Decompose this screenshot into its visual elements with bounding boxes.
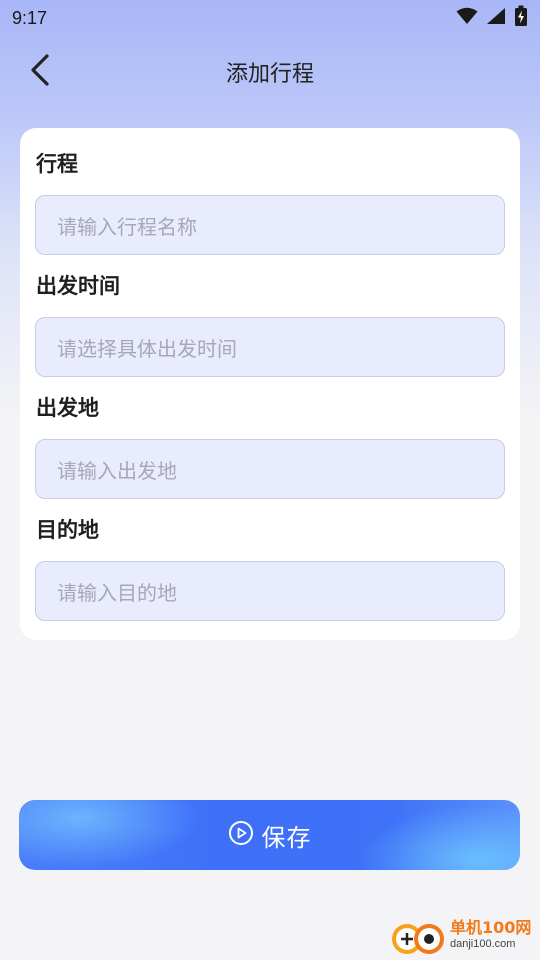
signal-icon (486, 7, 506, 29)
departure-time-placeholder: 请选择具体出发时间 (57, 336, 237, 361)
app-header: 添加行程 (0, 44, 540, 100)
watermark-name: 单机100网 (450, 918, 532, 937)
watermark-text: 单机100网 danji100.com (450, 919, 531, 951)
status-bar: 9:17 (0, 0, 540, 36)
trip-name-label: 行程 (36, 152, 78, 176)
save-button-label: 保存 (261, 823, 312, 852)
trip-name-input[interactable]: 请输入行程名称 (35, 195, 505, 255)
battery-charging-icon (514, 5, 528, 31)
watermark: 单机100网 danji100.com (390, 910, 540, 960)
destination-input[interactable]: 请输入目的地 (35, 561, 505, 621)
trip-form-card: 行程 请输入行程名称 出发时间 请选择具体出发时间 出发地 请输入出发地 目的地… (20, 128, 520, 640)
destination-placeholder: 请输入目的地 (57, 580, 177, 605)
departure-time-input[interactable]: 请选择具体出发时间 (35, 317, 505, 377)
watermark-logo-icon (390, 911, 446, 959)
departure-place-placeholder: 请输入出发地 (57, 458, 177, 483)
destination-label: 目的地 (36, 518, 99, 542)
page-title: 添加行程 (225, 62, 314, 87)
trip-name-placeholder: 请输入行程名称 (57, 214, 197, 239)
watermark-url: danji100.com (450, 938, 516, 950)
play-circle-icon (228, 820, 254, 850)
status-time: 9:17 (12, 7, 48, 28)
save-button[interactable]: 保存 (19, 800, 520, 870)
departure-time-label: 出发时间 (36, 274, 120, 298)
departure-place-label: 出发地 (36, 396, 99, 420)
status-icons (456, 5, 528, 31)
departure-place-input[interactable]: 请输入出发地 (35, 439, 505, 499)
wifi-icon (456, 7, 478, 29)
